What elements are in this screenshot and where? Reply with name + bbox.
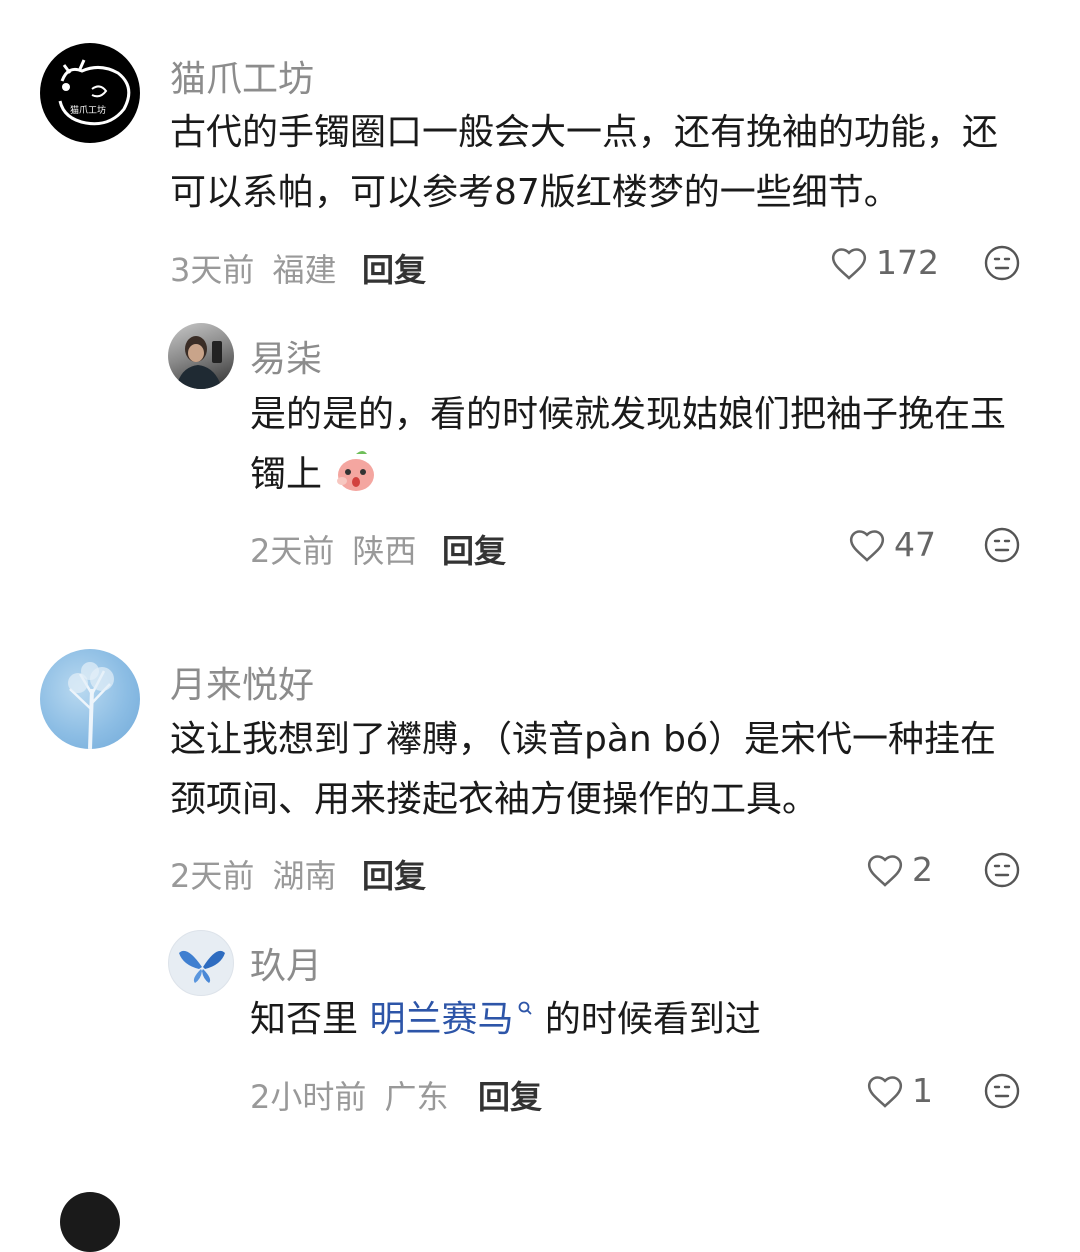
surprised-peach-emoji-icon (337, 451, 375, 491)
comment-location: 湖南 (272, 857, 337, 895)
frosted-tree-icon (68, 662, 114, 749)
username[interactable]: 玖月 (250, 937, 322, 989)
emoji-face-icon[interactable] (984, 852, 1020, 888)
comment-text: 这让我想到了襻膊，（读音pàn bó）是宋代一种挂在颈项间、用来搂起衣袖方便操作… (170, 719, 997, 820)
avatar[interactable] (40, 649, 140, 749)
comment-text-before: 知否里 (250, 999, 370, 1040)
like-count: 47 (894, 525, 936, 564)
avatar[interactable]: 猫爪工坊 (40, 43, 140, 143)
comment-time: 2小时前 (250, 1078, 367, 1116)
comment-meta: 2天前 湖南 (170, 851, 337, 897)
like-count: 2 (912, 850, 933, 889)
avatar[interactable] (168, 323, 234, 389)
avatar[interactable] (168, 930, 234, 996)
like-count: 172 (876, 243, 939, 282)
comment-location: 陕西 (352, 532, 417, 570)
comment-meta: 2小时前 广东 (250, 1072, 449, 1118)
reply-button[interactable]: 回复 (362, 851, 426, 897)
comment-location: 福建 (272, 251, 337, 289)
heart-outline-icon (867, 1075, 903, 1108)
heart-outline-icon (867, 854, 903, 887)
search-link[interactable]: 明兰赛马 (369, 999, 513, 1040)
comment-meta: 3天前 福建 (170, 245, 337, 291)
like-count: 1 (912, 1071, 933, 1110)
emoji-face-icon[interactable] (984, 1073, 1020, 1109)
comment-text: 知否里 明兰赛马 的时候看到过 (250, 990, 1030, 1050)
like-button[interactable]: 47 (848, 525, 936, 564)
emoji-face-icon[interactable] (984, 245, 1020, 281)
like-button[interactable]: 1 (866, 1071, 933, 1110)
like-button[interactable]: 2 (866, 850, 933, 889)
like-button[interactable]: 172 (830, 243, 939, 282)
person-avatar-icon (176, 336, 222, 389)
reply-button[interactable]: 回复 (478, 1072, 542, 1118)
search-icon[interactable] (517, 1000, 533, 1018)
avatar[interactable] (60, 1192, 120, 1252)
reply-button[interactable]: 回复 (362, 245, 426, 291)
comment-time: 2天前 (250, 532, 335, 570)
emoji-face-icon[interactable] (984, 527, 1020, 563)
cat-logo-icon (58, 59, 131, 126)
heart-outline-icon (831, 247, 867, 280)
username[interactable]: 猫爪工坊 (170, 50, 314, 102)
comment-meta: 2天前 陕西 (250, 526, 417, 572)
comment-text: 古代的手镯圈口一般会大一点，还有挽袖的功能，还可以系帕，可以参考87版红楼梦的一… (170, 112, 999, 213)
reply-button[interactable]: 回复 (442, 526, 506, 572)
avatar-logo-text: 猫爪工坊 (70, 106, 107, 116)
heart-outline-icon (849, 529, 885, 562)
comment-time: 2天前 (170, 857, 255, 895)
username[interactable]: 易柒 (250, 330, 322, 382)
comment-time: 3天前 (170, 251, 255, 289)
comment-text-after: 的时候看到过 (533, 999, 761, 1040)
comment-location: 广东 (384, 1078, 449, 1116)
blue-butterfly-icon (179, 950, 225, 983)
comment-text: 是的是的，看的时候就发现姑娘们把袖子挽在玉镯上 (250, 385, 1020, 505)
username[interactable]: 月来悦好 (170, 656, 314, 708)
